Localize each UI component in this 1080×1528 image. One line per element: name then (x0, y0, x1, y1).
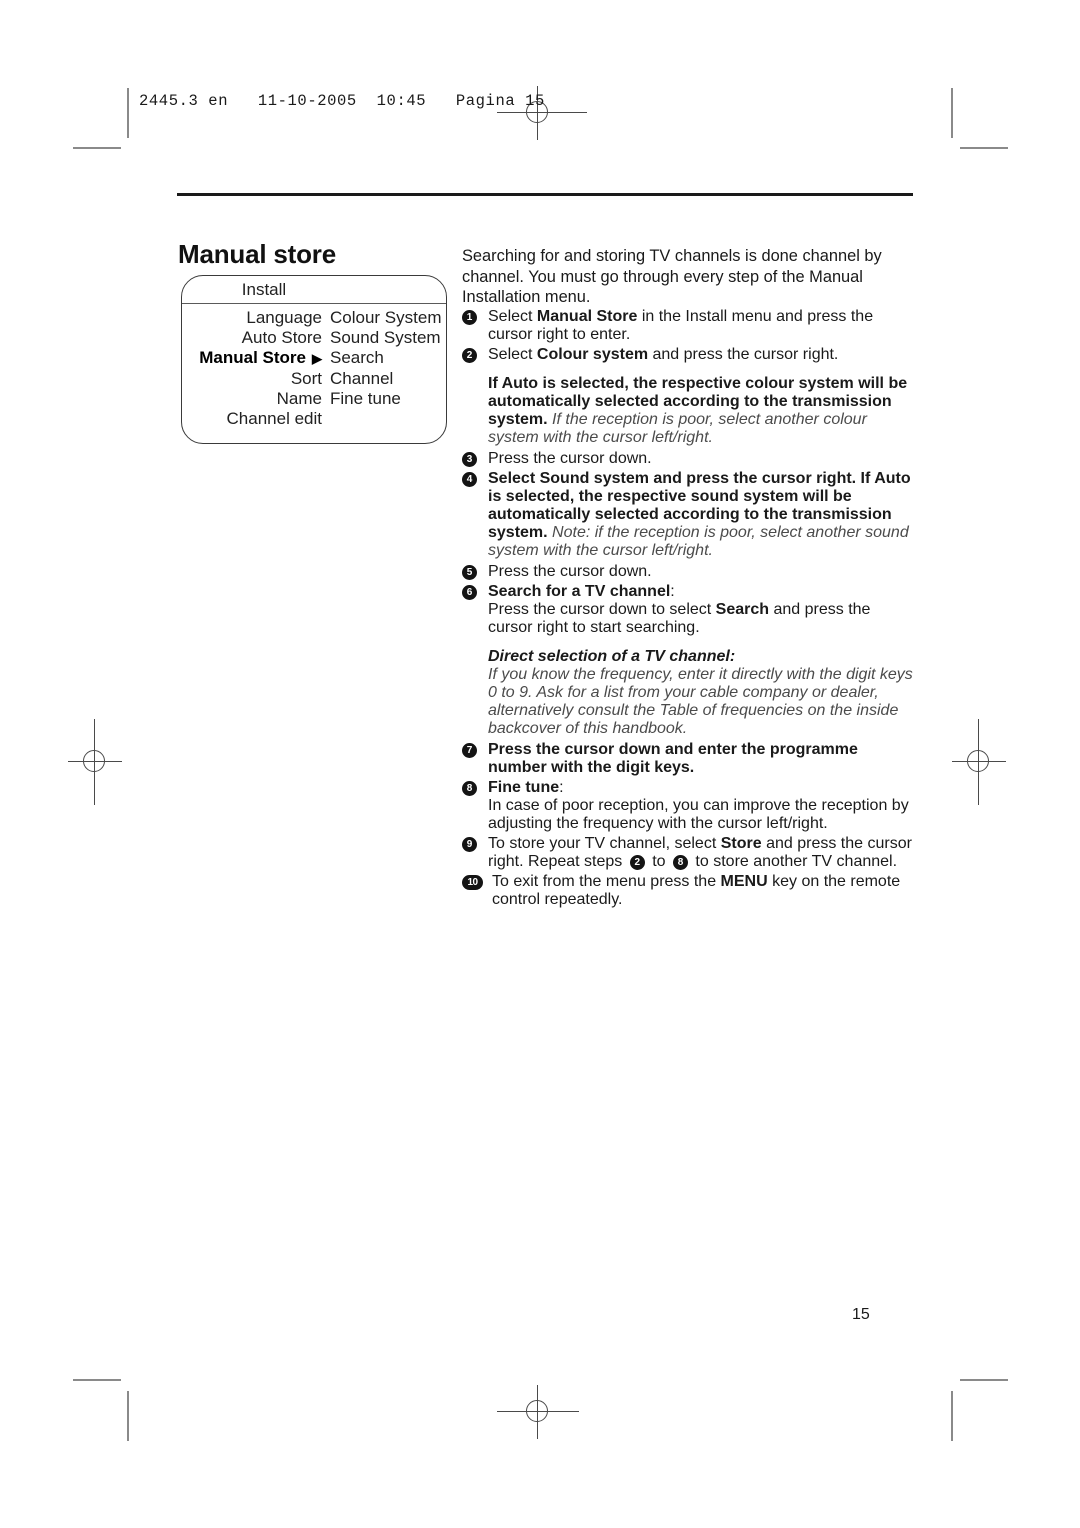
step-number-badge-5: 5 (462, 565, 477, 581)
page-body: Manual store Install Language Colour Sys… (0, 0, 1080, 1528)
direct-selection-heading: Direct selection of a TV channel: (488, 647, 736, 665)
step-10: 10 To exit from the menu press the MENU … (462, 873, 914, 909)
step-8: 8 Fine tune: In case of poor reception, … (462, 779, 914, 833)
direct-selection-block: Direct selection of a TV channel: If you… (462, 648, 914, 738)
step-5-text: Press the cursor down. (488, 562, 652, 580)
step-5: 5 Press the cursor down. (462, 563, 914, 581)
intro-paragraph: Searching for and storing TV channels is… (462, 247, 882, 307)
osd-menu-row: Language Colour System (182, 308, 446, 328)
right-triangle-icon: ▶ (312, 351, 322, 367)
step-2-text-b: and press the cursor right. (648, 345, 839, 363)
step-1-bold: Manual Store (536, 307, 638, 325)
step-number-badge-2: 2 (462, 348, 477, 364)
step-10-text-a: To exit from the menu press the (492, 872, 721, 890)
osd-item-colour-system[interactable]: Colour System (322, 308, 441, 328)
step-4-bold-2: Auto (874, 469, 911, 487)
osd-item-language[interactable]: Language (182, 308, 322, 328)
osd-item-sort[interactable]: Sort (182, 369, 322, 389)
step-1-text-a: Select (488, 307, 537, 325)
step-8-body: In case of poor reception, you can impro… (488, 796, 909, 832)
step-9-text-a: To store your TV channel, select (488, 834, 721, 852)
osd-item-channel-edit[interactable]: Channel edit (182, 409, 322, 429)
osd-menu-illustration: Install Language Colour System Auto Stor… (181, 275, 447, 444)
step-9-ref-badge-2: 2 (629, 854, 645, 870)
step-4-italic-note: Note: if the reception is poor, select a… (488, 523, 909, 559)
page-number: 15 (852, 1306, 870, 1323)
note-colour-text-a: If (488, 374, 502, 392)
osd-item-manual-store[interactable]: Manual Store ▶ (182, 348, 322, 368)
osd-menu-row-selected: Manual Store ▶ Search (182, 348, 446, 368)
step-8-heading: Fine tune (488, 778, 560, 796)
page-title: Manual store (178, 239, 336, 270)
note-colour-bold: Auto (501, 374, 539, 392)
note-colour-system: If Auto is selected, the respective colo… (462, 375, 914, 447)
step-number-badge-3: 3 (462, 452, 477, 468)
osd-item-sound-system[interactable]: Sound System (322, 328, 441, 348)
step-number-badge-8: 8 (462, 781, 477, 797)
direct-selection-body: If you know the frequency, enter it dire… (488, 665, 913, 737)
step-9-text-c: to store another TV channel. (690, 852, 898, 870)
step-7-text: Press the cursor down and enter the prog… (488, 740, 858, 776)
step-2: 2 Select Colour system and press the cur… (462, 346, 914, 364)
step-2-bold: Colour system (536, 345, 649, 363)
step-4-text-b: and press the cursor right. If (648, 469, 875, 487)
step-9-ref-badge-8: 8 (672, 854, 688, 870)
step-6-heading: Search for a TV channel (488, 582, 671, 600)
step-6-text-a: Press the cursor down to select (488, 600, 716, 618)
step-6-bold: Search (715, 600, 770, 618)
step-4-bold-1: Sound system (539, 469, 649, 487)
osd-item-auto-store[interactable]: Auto Store (182, 328, 322, 348)
osd-item-channel[interactable]: Channel (322, 369, 393, 389)
step-9-text-mid: to (647, 852, 670, 870)
step-8-colon: : (559, 778, 564, 796)
step-3-text: Press the cursor down. (488, 449, 652, 467)
step-number-badge-9: 9 (462, 837, 477, 853)
osd-menu-row: Name Fine tune (182, 389, 446, 409)
osd-item-search[interactable]: Search (322, 348, 384, 368)
step-1: 1 Select Manual Store in the Install men… (462, 308, 914, 344)
osd-menu-header: Install (182, 276, 446, 304)
header-rule (177, 193, 913, 196)
step-4-text-a: Select (488, 469, 540, 487)
osd-menu-row: Sort Channel (182, 369, 446, 389)
osd-menu-header-label: Install (241, 280, 287, 299)
osd-item-name[interactable]: Name (182, 389, 322, 409)
step-number-badge-1: 1 (462, 310, 477, 326)
osd-item-fine-tune[interactable]: Fine tune (322, 389, 401, 409)
step-number-badge-4: 4 (462, 472, 477, 488)
osd-menu-rows: Language Colour System Auto Store Sound … (182, 308, 446, 429)
step-7: 7 Press the cursor down and enter the pr… (462, 741, 914, 777)
osd-menu-row: Channel edit (182, 409, 446, 429)
step-3: 3 Press the cursor down. (462, 450, 914, 468)
step-number-badge-10: 10 (462, 875, 483, 891)
step-number-badge-7: 7 (462, 743, 477, 759)
step-6-colon: : (670, 582, 675, 600)
step-9-bold: Store (720, 834, 762, 852)
osd-menu-row: Auto Store Sound System (182, 328, 446, 348)
step-10-bold: MENU (720, 872, 768, 890)
step-2-text-a: Select (488, 345, 537, 363)
instruction-column: Searching for and storing TV channels is… (462, 246, 914, 911)
step-4: 4 Select Sound system and press the curs… (462, 470, 914, 560)
step-9: 9 To store your TV channel, select Store… (462, 835, 914, 871)
step-6: 6 Search for a TV channel: Press the cur… (462, 583, 914, 637)
step-number-badge-6: 6 (462, 585, 477, 601)
